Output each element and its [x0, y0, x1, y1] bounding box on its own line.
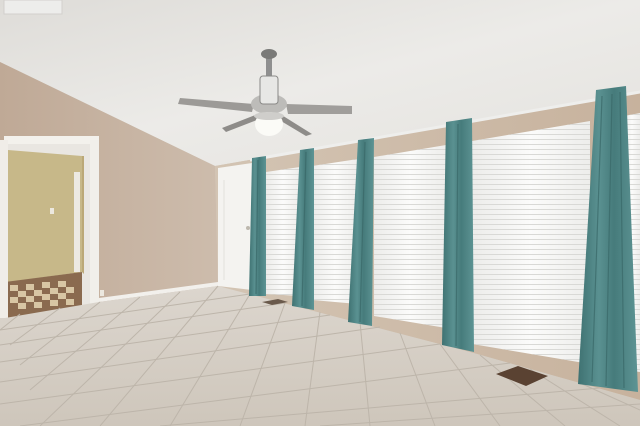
- room-illustration: [0, 0, 640, 426]
- room-photo: [0, 0, 640, 426]
- light-switch: [50, 208, 54, 214]
- ceiling-vent: [3, 0, 63, 15]
- door-knob: [246, 226, 250, 230]
- entry-door: [218, 163, 252, 290]
